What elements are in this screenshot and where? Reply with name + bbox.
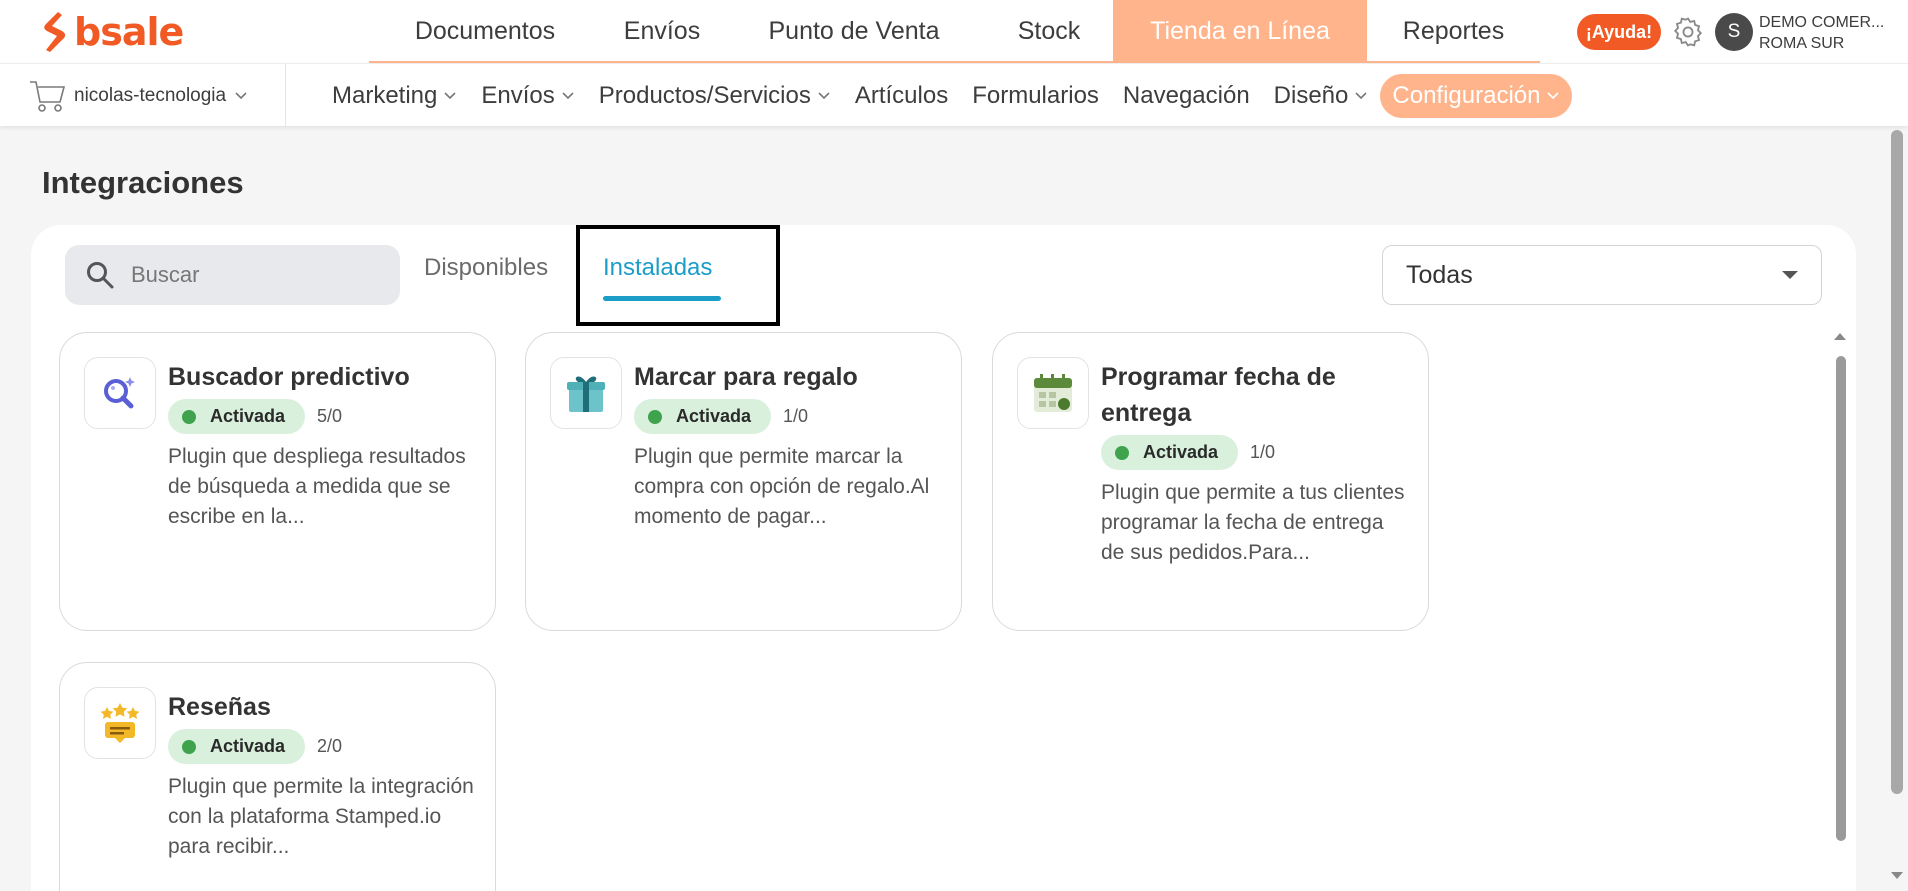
category-select[interactable]: Todas <box>1382 245 1822 305</box>
plugin-title: Programar fecha de entrega <box>1101 363 1336 427</box>
plugin-description: Plugin que permite la integración con la… <box>168 775 474 858</box>
scroll-thumb[interactable] <box>1836 356 1846 841</box>
search-box[interactable] <box>65 245 400 305</box>
store-name: nicolas-tecnologia <box>74 85 227 106</box>
review-stars-icon <box>84 687 156 759</box>
scroll-up-arrow-icon[interactable] <box>1832 330 1848 342</box>
avatar[interactable]: S <box>1715 13 1753 51</box>
divider <box>285 64 286 127</box>
tab-disponibles[interactable]: Disponibles <box>424 254 548 282</box>
plugin-title: Buscador predictivo <box>168 363 410 391</box>
search-input[interactable] <box>131 262 371 288</box>
status-dot <box>182 739 196 754</box>
usage-count: 1/0 <box>1250 442 1276 462</box>
sub-bar: nicolas-tecnologia Marketing Envíos Prod… <box>0 63 1908 127</box>
plugin-title: Reseñas <box>168 693 271 721</box>
store-selector[interactable]: nicolas-tecnologia <box>28 77 248 115</box>
bsale-logo-icon <box>44 12 66 52</box>
subnav-envios[interactable]: Envíos <box>469 74 586 118</box>
tab-tienda-en-linea[interactable]: Tienda en Línea <box>1113 0 1367 63</box>
search-magnifier-icon <box>84 357 156 429</box>
subnav-envios-label: Envíos <box>481 82 555 109</box>
chevron-down-icon <box>444 92 456 100</box>
search-icon <box>87 262 114 289</box>
plugin-card-buscador[interactable]: Buscador predictivo Activada 5/0 Plugin … <box>59 332 496 631</box>
plugin-description: Plugin que permite a tus clientes progra… <box>1101 481 1405 564</box>
company-line-1: DEMO COMER... <box>1759 14 1885 31</box>
plugin-card-regalo[interactable]: Marcar para regalo Activada 1/0 Plugin q… <box>525 332 962 631</box>
calendar-icon <box>1017 357 1089 429</box>
page-title: Integraciones <box>42 165 244 200</box>
subnav-productos-label: Productos/Servicios <box>598 82 811 109</box>
tab-stock[interactable]: Stock <box>985 0 1113 63</box>
status-badge: Activada <box>168 399 306 434</box>
page-scrollbar[interactable] <box>1886 126 1908 891</box>
top-bar: bsale Documentos Envíos Punto de Venta S… <box>0 0 1908 63</box>
plugin-title: Marcar para regalo <box>634 363 858 391</box>
status-label: Activada <box>1143 442 1219 462</box>
subnav-marketing-label: Marketing <box>332 82 438 109</box>
subnav-diseno-label: Diseño <box>1273 82 1349 109</box>
status-badge: Activada <box>1101 435 1239 470</box>
status-badge: Activada <box>168 729 306 764</box>
subnav-marketing[interactable]: Marketing <box>320 74 469 118</box>
chevron-down-icon <box>235 92 247 100</box>
usage-count: 2/0 <box>317 736 343 756</box>
plugin-card-resenas[interactable]: Reseñas Activada 2/0 Plugin que permite … <box>59 662 496 891</box>
chevron-down-icon <box>1355 92 1367 100</box>
chevron-down-icon <box>1547 92 1560 100</box>
chevron-down-icon <box>818 92 830 100</box>
status-label: Activada <box>210 406 286 426</box>
scroll-down-arrow-icon[interactable] <box>1889 870 1905 882</box>
status-dot <box>648 409 662 424</box>
plugin-card-fecha-entrega[interactable]: Programar fecha de entrega Activada 1/0 … <box>992 332 1429 631</box>
subnav-articulos[interactable]: Artículos <box>843 74 960 118</box>
page-scroll-thumb[interactable] <box>1891 130 1903 794</box>
category-select-value: Todas <box>1406 260 1473 289</box>
status-dot <box>1115 445 1129 460</box>
status-dot <box>182 409 196 424</box>
subnav-diseno[interactable]: Diseño <box>1262 74 1381 118</box>
cards-scrollbar[interactable] <box>1830 330 1850 870</box>
tab-envios[interactable]: Envíos <box>601 0 723 63</box>
plugin-description: Plugin que permite marcar la compra con … <box>634 445 930 528</box>
sub-nav: Marketing Envíos Productos/Servicios Art… <box>320 74 1573 118</box>
subnav-formularios[interactable]: Formularios <box>960 74 1111 118</box>
bsale-logo[interactable]: bsale <box>38 10 184 54</box>
subnav-productos-servicios[interactable]: Productos/Servicios <box>587 74 843 118</box>
company-name[interactable]: DEMO COMER... ROMA SUR <box>1759 12 1884 54</box>
gear-icon[interactable] <box>1671 15 1705 49</box>
usage-count: 1/0 <box>783 406 809 426</box>
chevron-down-icon <box>562 92 574 100</box>
bsale-logo-text: bsale <box>74 10 184 54</box>
subnav-articulos-label: Artículos <box>854 82 949 109</box>
gift-icon <box>550 357 622 429</box>
cart-icon <box>30 81 66 112</box>
subnav-formularios-label: Formularios <box>972 82 1099 109</box>
subnav-configuracion-label: Configuración <box>1392 82 1541 109</box>
tab-reportes[interactable]: Reportes <box>1367 0 1540 63</box>
main-nav: Documentos Envíos Punto de Venta Stock T… <box>369 0 1540 63</box>
plugin-description: Plugin que despliega resultados de búsqu… <box>168 445 466 528</box>
tab-documentos[interactable]: Documentos <box>369 0 601 63</box>
subnav-configuracion[interactable]: Configuración <box>1380 74 1573 118</box>
company-line-2: ROMA SUR <box>1759 35 1845 52</box>
status-badge: Activada <box>634 399 772 434</box>
subnav-navegacion-label: Navegación <box>1122 82 1250 109</box>
subnav-navegacion[interactable]: Navegación <box>1111 74 1262 118</box>
usage-count: 5/0 <box>317 406 343 426</box>
caret-down-icon <box>1782 271 1798 279</box>
help-button[interactable]: ¡Ayuda! <box>1577 14 1661 50</box>
focus-highlight <box>576 225 780 326</box>
status-label: Activada <box>210 736 286 756</box>
tab-punto-de-venta[interactable]: Punto de Venta <box>723 0 985 63</box>
status-label: Activada <box>676 406 752 426</box>
